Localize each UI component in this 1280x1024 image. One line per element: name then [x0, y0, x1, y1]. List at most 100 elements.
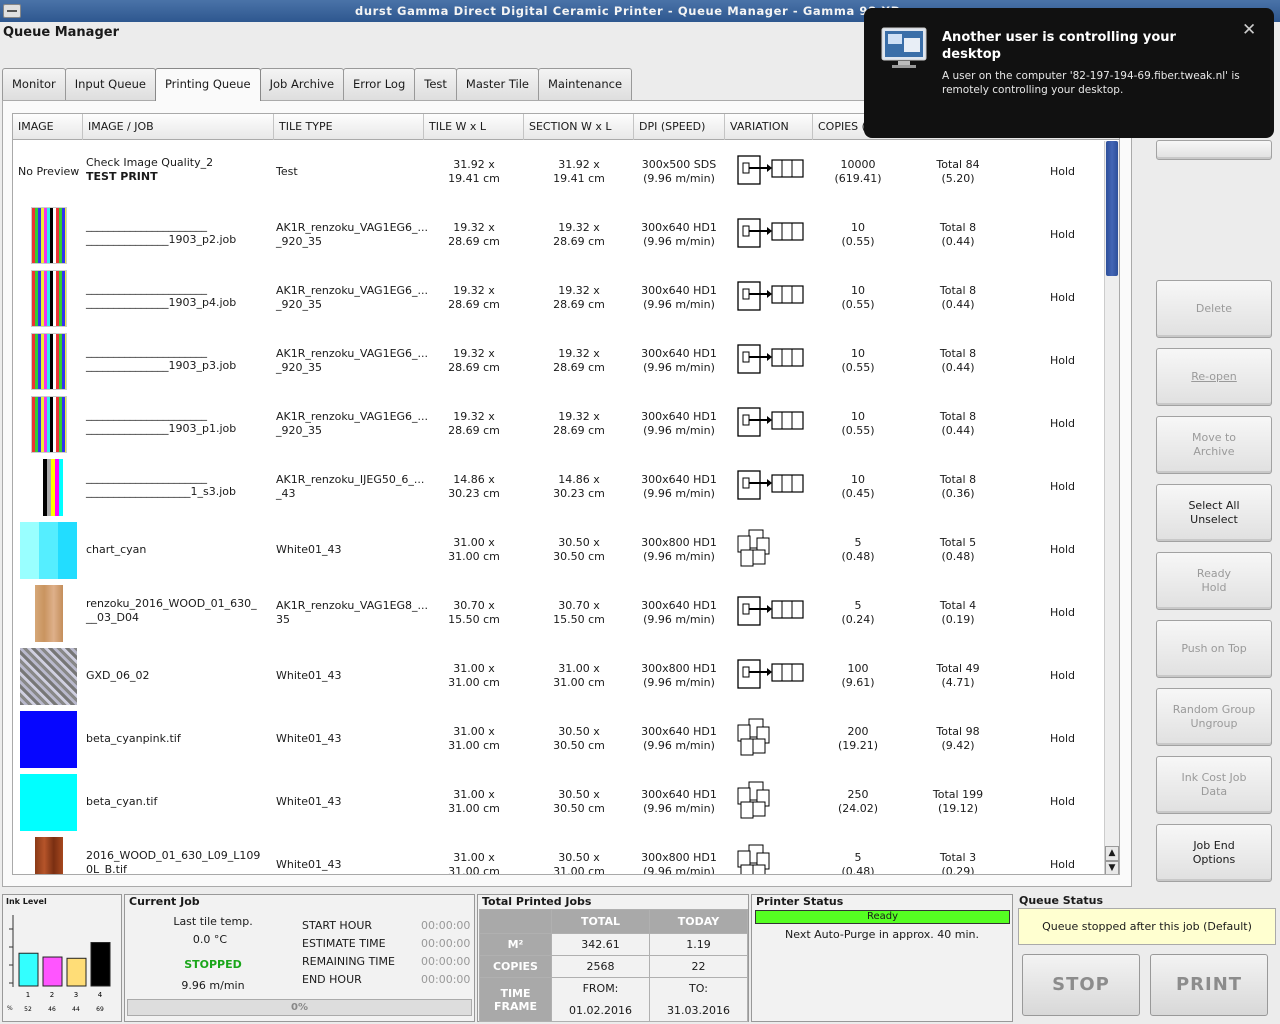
- copies-count: 10: [851, 473, 865, 486]
- job-name-line1: 2016_WOOD_01_630_L09_L109: [86, 849, 261, 862]
- col-section-wl[interactable]: SECTION W x L: [524, 114, 634, 140]
- vertical-scrollbar[interactable]: ▲ ▼: [1104, 141, 1119, 874]
- window-menu-icon[interactable]: [3, 4, 21, 18]
- section-size-l: 28.69 cm: [553, 361, 605, 374]
- speed-value: (9.96 m/min): [643, 172, 715, 185]
- col-variation[interactable]: VARIATION: [725, 114, 813, 140]
- tile-type-line1: White01_43: [276, 858, 342, 871]
- queue-table: IMAGE IMAGE / JOB TILE TYPE TILE W x L S…: [12, 113, 1120, 875]
- scroll-down-icon[interactable]: ▼: [1105, 861, 1119, 874]
- job-thumbnail: [20, 648, 77, 705]
- job-state: STOPPED: [184, 958, 242, 971]
- scrollbar-thumb[interactable]: [1106, 141, 1118, 276]
- copies-count: 5: [854, 599, 862, 612]
- printer-status-title: Printer Status: [756, 895, 844, 908]
- tab-error-log[interactable]: Error Log: [343, 68, 416, 100]
- ink-level-value: 44: [72, 1006, 80, 1013]
- section-size-w: 19.32 x: [558, 221, 600, 234]
- tile-type-line1: AK1R_renzoku_VAG1EG8_...: [276, 599, 429, 612]
- window-title: durst Gamma Direct Digital Ceramic Print…: [355, 4, 901, 18]
- col-dpi[interactable]: DPI (SPEED): [634, 114, 725, 140]
- hidden-top-button[interactable]: [1156, 140, 1272, 160]
- dpi-value: 300x500 SDS: [641, 158, 717, 171]
- copies-area: (0.45): [841, 487, 875, 500]
- tab-master-tile[interactable]: Master Tile: [455, 68, 539, 100]
- ink-bar-4: [90, 942, 111, 987]
- col-tile-wl[interactable]: TILE W x L: [424, 114, 524, 140]
- tile-size-w: 31.00 x: [453, 788, 495, 801]
- m2-total: 342.61: [550, 933, 650, 956]
- section-size-l: 30.50 cm: [553, 550, 605, 563]
- job-end-options-button[interactable]: Job End Options: [1156, 824, 1272, 882]
- select-all-button[interactable]: Select All Unselect: [1156, 484, 1272, 542]
- tab-job-archive[interactable]: Job Archive: [259, 68, 345, 100]
- scroll-up-icon[interactable]: ▲: [1105, 846, 1119, 861]
- total-count: Total 8: [939, 347, 977, 360]
- ink-cost-button[interactable]: Ink Cost Job Data: [1156, 756, 1272, 814]
- ink-channel-label: 3: [74, 991, 78, 999]
- table-row[interactable]: 2016_WOOD_01_630_L09_L109 0L_B.tif White01…: [13, 834, 1105, 875]
- tab-input-queue[interactable]: Input Queue: [64, 68, 156, 100]
- total-area: (0.29): [941, 865, 975, 875]
- table-row[interactable]: renzoku_2016_WOOD_01_630_ __03_D04 AK1R_re…: [13, 582, 1105, 645]
- section-size-w: 31.00 x: [558, 662, 600, 675]
- speed-value: (9.96 m/min): [643, 487, 715, 500]
- start-hour-label: START HOUR: [302, 919, 373, 932]
- tab-maintenance[interactable]: Maintenance: [538, 68, 633, 100]
- tab-monitor[interactable]: Monitor: [2, 68, 66, 100]
- col-image[interactable]: IMAGE: [13, 114, 83, 140]
- tile-size-l: 28.69 cm: [448, 424, 500, 437]
- status-label: Hold: [1050, 606, 1076, 619]
- tile-type-line1: White01_43: [276, 795, 342, 808]
- copies-count: 200: [847, 725, 869, 738]
- section-size-w: 30.50 x: [558, 725, 600, 738]
- random-group-button[interactable]: Random Group Ungroup: [1156, 688, 1272, 746]
- status-label: Hold: [1050, 480, 1076, 493]
- move-to-archive-button[interactable]: Move to Archive: [1156, 416, 1272, 474]
- tile-type-line2: _920_35: [276, 298, 322, 311]
- tile-type-line2: 35: [276, 613, 290, 626]
- job-name-line1: ______________________: [86, 408, 207, 421]
- from-label: FROM:: [550, 977, 650, 1000]
- delete-button[interactable]: Delete: [1156, 280, 1272, 338]
- job-thumbnail: [20, 522, 77, 579]
- job-thumbnail: [31, 333, 67, 390]
- table-row[interactable]: beta_cyanpink.tif White01_43 31.00 x 31.00 …: [13, 708, 1105, 771]
- status-label: Hold: [1050, 732, 1076, 745]
- print-button[interactable]: PRINT: [1150, 954, 1268, 1016]
- table-row[interactable]: ______________________ __________________…: [13, 456, 1105, 519]
- table-row[interactable]: ______________________ _______________190…: [13, 267, 1105, 330]
- ink-level-value: 69: [96, 1006, 104, 1013]
- section-size-l: 15.50 cm: [553, 613, 605, 626]
- stop-button[interactable]: STOP: [1022, 954, 1140, 1016]
- tile-type-line2: _920_35: [276, 235, 322, 248]
- totals-table: TOTAL TODAY M² 342.61 1.19 COPIES 2568 22 TIM…: [479, 909, 749, 1022]
- col-tile-type[interactable]: TILE TYPE: [274, 114, 424, 140]
- reopen-button[interactable]: Re-open: [1156, 348, 1272, 406]
- tab-test[interactable]: Test: [414, 68, 457, 100]
- ready-hold-button[interactable]: Ready Hold: [1156, 552, 1272, 610]
- dpi-value: 300x800 HD1: [641, 662, 717, 675]
- speed-value: (9.96 m/min): [643, 550, 715, 563]
- table-row[interactable]: chart_cyan White01_43 31.00 x 31.00 cm 30.50…: [13, 519, 1105, 582]
- close-icon[interactable]: ✕: [1242, 20, 1256, 40]
- total-count: Total 49: [936, 662, 980, 675]
- printer-ready-badge: Ready: [755, 910, 1010, 924]
- table-row[interactable]: ______________________ _______________190…: [13, 393, 1105, 456]
- copies-count: 10: [851, 284, 865, 297]
- linear-variation-icon: [735, 151, 805, 188]
- table-row[interactable]: ______________________ _______________190…: [13, 330, 1105, 393]
- table-row[interactable]: ______________________ _______________190…: [13, 204, 1105, 267]
- linear-variation-icon: [735, 340, 805, 377]
- section-size-l: 28.69 cm: [553, 235, 605, 248]
- table-row[interactable]: beta_cyan.tif White01_43 31.00 x 31.00 cm 30…: [13, 771, 1105, 834]
- table-row[interactable]: GXD_06_02 White01_43 31.00 x 31.00 cm 31.00 …: [13, 645, 1105, 708]
- job-name-line2: _______________1903_p4.job: [86, 296, 237, 309]
- start-hour-value: 00:00:00: [421, 919, 471, 932]
- last-tile-label: Last tile temp.: [173, 915, 253, 928]
- col-job[interactable]: IMAGE / JOB: [83, 114, 274, 140]
- push-on-top-button[interactable]: Push on Top: [1156, 620, 1272, 678]
- table-row[interactable]: No Preview Check Image Quality_2 TEST PRIN…: [13, 141, 1105, 204]
- from-date: 01.02.2016: [550, 999, 650, 1022]
- tab-printing-queue[interactable]: Printing Queue: [154, 68, 261, 101]
